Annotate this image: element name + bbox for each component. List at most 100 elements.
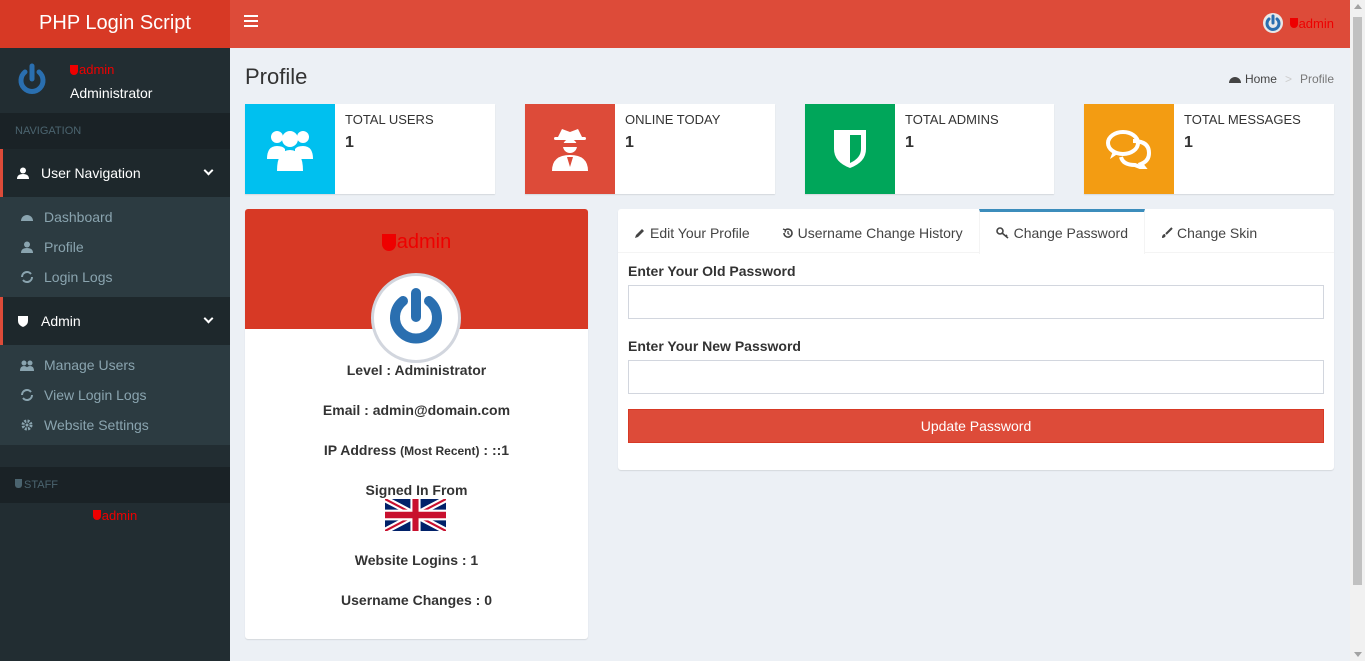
tab-label: Edit Your Profile [650,224,750,241]
dashboard-icon [21,215,33,221]
scrollbar-thumb[interactable] [1353,17,1362,585]
gear-icon [21,419,33,431]
menu-title: User Navigation [41,165,141,181]
profile-card: admin Level : Administrator Email : admi… [245,209,588,639]
profile-ip: IP Address (Most Recent) : ::1 [323,442,510,458]
profile-level: Level : Administrator [346,362,487,378]
breadcrumb-current: Profile [1299,72,1334,86]
tab-change-password[interactable]: Change Password [978,209,1145,254]
sidebar-user-name: admin [70,62,114,77]
dashboard-icon [1228,77,1241,83]
key-icon [995,227,1009,239]
staff-header: STAFF [0,467,230,503]
tab-label: Change Password [1013,225,1128,241]
stat-icon-bg [805,104,895,194]
profile-logins: Website Logins : 1 [354,552,479,568]
tab-bar: Edit Your Profile Username Change Histor… [618,209,1334,254]
user-icon [17,167,29,179]
comments-icon [1106,130,1152,169]
submenu-user-navigation: Dashboard Profile Login Logs [0,197,230,297]
shield-icon [1289,18,1298,28]
tab-username-history[interactable]: Username Change History [766,209,979,253]
settings-panel: Edit Your Profile Username Change Histor… [618,209,1334,470]
refresh-icon [21,389,33,401]
staff-user[interactable]: admin [0,503,230,523]
staff-user-name: admin [92,508,137,523]
nav-header: NAVIGATION [0,113,230,149]
menu-user-navigation[interactable]: User Navigation [0,149,230,197]
sidebar-item-label: View Login Logs [44,387,147,403]
sidebar-item-dashboard[interactable]: Dashboard [0,202,230,232]
top-navbar: admin [230,0,1350,48]
page-scrollbar[interactable] [1350,0,1365,661]
stat-icon-bg [245,104,335,194]
breadcrumb: Home > Profile [1228,72,1334,86]
sidebar-item-view-login-logs[interactable]: View Login Logs [0,380,230,410]
sidebar-item-login-logs[interactable]: Login Logs [0,262,230,292]
stat-value: 1 [625,134,634,151]
stat-total-users: TOTAL USERS 1 [245,104,495,194]
scroll-up-icon[interactable] [1354,4,1362,9]
sidebar-item-label: Website Settings [44,417,149,433]
power-icon [390,288,442,344]
stat-total-messages: TOTAL MESSAGES 1 [1084,104,1334,194]
tab-label: Change Skin [1177,224,1258,241]
menu-admin[interactable]: Admin [0,297,230,345]
tab-label: Username Change History [797,224,963,241]
avatar [371,273,461,363]
stat-value: 1 [345,134,354,151]
shield-icon [834,130,866,168]
stat-online-today: ONLINE TODAY 1 [525,104,775,194]
old-password-field[interactable] [628,285,1324,319]
page-title: Profile [245,64,308,89]
stat-total-admins: TOTAL ADMINS 1 [805,104,1054,194]
tab-change-skin[interactable]: Change Skin [1145,209,1273,253]
profile-name: admin [245,231,588,254]
stat-icon-bg [1084,104,1174,194]
new-password-label: Enter Your New Password [628,338,801,354]
users-icon [267,131,313,171]
chevron-down-icon [203,313,214,324]
sidebar: admin Administrator NAVIGATION User Navi… [0,48,230,661]
power-icon [1262,13,1283,33]
user-menu[interactable]: admin [1262,12,1334,34]
sidebar-item-manage-users[interactable]: Manage Users [0,350,230,380]
power-icon [18,63,46,94]
shield-icon [18,316,28,327]
stat-icon-bg [525,104,615,194]
stat-value: 1 [905,134,914,151]
old-password-label: Enter Your Old Password [628,263,796,279]
spy-icon [552,129,588,171]
user-name: admin [1289,16,1334,31]
shield-icon [70,64,78,75]
content-wrapper: Profile Home > Profile TOTAL USERS 1 ONL… [230,48,1350,661]
profile-signed-in-from: Signed In From [365,482,468,498]
update-password-button[interactable]: Update Password [628,409,1324,443]
brush-icon [1162,226,1173,238]
profile-email: Email : admin@domain.com [322,402,511,418]
breadcrumb-home[interactable]: Home [1245,72,1277,86]
chevron-down-icon [203,165,214,176]
sidebar-item-label: Dashboard [44,209,113,225]
pencil-icon [635,228,644,238]
stat-label: TOTAL USERS [345,112,434,127]
scroll-down-icon[interactable] [1354,652,1362,657]
sidebar-toggle-icon[interactable] [244,15,258,29]
user-panel: admin Administrator [0,48,230,113]
sidebar-item-label: Manage Users [44,357,136,373]
brand-logo[interactable]: PHP Login Script [0,0,230,48]
sidebar-item-website-settings[interactable]: Website Settings [0,410,230,440]
uk-flag-icon [385,499,446,531]
stat-label: ONLINE TODAY [625,112,721,127]
submenu-admin: Manage Users View Login Logs Website Set… [0,345,230,445]
sidebar-item-label: Profile [44,239,84,255]
history-icon [782,227,793,238]
stat-label: TOTAL ADMINS [905,112,999,127]
stat-value: 1 [1184,134,1193,151]
tab-edit-profile[interactable]: Edit Your Profile [618,209,766,253]
user-icon [21,241,33,253]
sidebar-item-label: Login Logs [44,269,113,285]
profile-user-name: admin [381,231,451,254]
sidebar-item-profile[interactable]: Profile [0,232,230,262]
new-password-field[interactable] [628,360,1324,394]
